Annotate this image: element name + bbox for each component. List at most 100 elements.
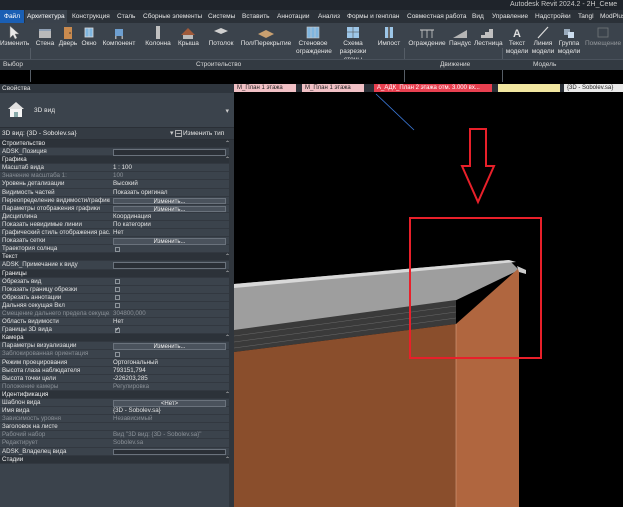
- property-edit-button[interactable]: Изменить...: [113, 238, 226, 245]
- property-value[interactable]: {3D - Sobolev.sa}: [113, 407, 226, 415]
- curtain-wall-button[interactable]: Стеновое ограждение: [296, 25, 332, 56]
- model-line-button[interactable]: Линия модели: [531, 25, 555, 56]
- model-text-button[interactable]: A Текст модели: [505, 25, 529, 56]
- tab-tangl[interactable]: Tangl: [576, 10, 596, 23]
- property-category[interactable]: Текст ⌃: [0, 253, 234, 262]
- property-value[interactable]: Координация: [113, 213, 226, 221]
- tab-manage[interactable]: Управление: [490, 10, 530, 23]
- property-edit-button[interactable]: Изменить...: [113, 197, 226, 205]
- property-row[interactable]: Параметры отображения графики Изменить...: [0, 205, 234, 213]
- property-row[interactable]: Дальняя секущая Вкл: [0, 302, 234, 310]
- property-checkbox[interactable]: [115, 326, 120, 334]
- property-value[interactable]: -226203,285: [113, 375, 226, 383]
- tab-architecture[interactable]: Архитектура: [25, 10, 67, 23]
- property-value[interactable]: По категории: [113, 221, 226, 229]
- view-tab[interactable]: А_АДК_План 2 этажа отм. 3.000 вх...: [374, 84, 492, 92]
- property-row[interactable]: Видимость частей Показать оригинал: [0, 189, 234, 197]
- property-input[interactable]: [113, 262, 226, 269]
- tab-file[interactable]: Файл: [0, 10, 24, 23]
- property-value[interactable]: Высокий: [113, 180, 226, 188]
- view-tab[interactable]: [498, 84, 560, 92]
- property-row[interactable]: Имя вида {3D - Sobolev.sa}: [0, 407, 234, 416]
- property-input[interactable]: [113, 448, 226, 456]
- property-row[interactable]: Обрезать аннотации: [0, 294, 234, 302]
- property-row[interactable]: Показать границу обрезки: [0, 286, 234, 294]
- property-row[interactable]: Траектория солнца: [0, 245, 234, 254]
- property-row[interactable]: Заголовок на листе: [0, 423, 234, 432]
- tab-systems[interactable]: Системы: [206, 10, 237, 23]
- property-row[interactable]: Обрезать вид: [0, 278, 234, 286]
- property-row[interactable]: Шаблон вида <Нет>: [0, 399, 234, 408]
- property-row[interactable]: ADSK_Примечание к виду: [0, 261, 234, 270]
- property-value[interactable]: Нет: [113, 318, 226, 326]
- property-row[interactable]: ADSK_Позиция: [0, 148, 234, 157]
- property-row[interactable]: Высота глаза наблюдателя 793151,794: [0, 367, 234, 375]
- tab-structure[interactable]: Конструкция: [70, 10, 112, 23]
- property-category[interactable]: Камера ⌃: [0, 334, 234, 343]
- ceiling-button[interactable]: Потолок: [207, 25, 235, 48]
- property-checkbox[interactable]: [115, 351, 120, 357]
- instance-selector[interactable]: 3D вид: {3D - Sobolev.sa}: [2, 130, 77, 137]
- property-row[interactable]: Рабочий набор Вид "3D вид: {3D - Sobolev.…: [0, 431, 234, 440]
- property-row[interactable]: Зависимость уровня Независимый: [0, 415, 234, 424]
- property-row[interactable]: Смещение дальнего предела секуще... 30480…: [0, 310, 234, 319]
- property-category[interactable]: Идентификация ⌃: [0, 390, 234, 399]
- tab-collaborate[interactable]: Совместная работа: [405, 10, 468, 23]
- roof-button[interactable]: Крыша: [178, 25, 199, 48]
- property-row[interactable]: Редактирует Sobolev.sa: [0, 439, 234, 448]
- column-button[interactable]: Колонна: [145, 25, 171, 48]
- property-checkbox[interactable]: [115, 295, 120, 301]
- ramp-button[interactable]: Пандус: [448, 25, 472, 48]
- property-row[interactable]: Положение камеры Регулировка: [0, 383, 234, 391]
- panel-select[interactable]: Выбор: [3, 61, 23, 68]
- model-group-button[interactable]: Группа модели: [557, 25, 581, 56]
- view-tab-active[interactable]: {3D - Sobolev.sa}: [564, 84, 623, 92]
- property-row[interactable]: Переопределение видимости/графики Изменит…: [0, 197, 234, 205]
- property-value[interactable]: Нет: [113, 229, 226, 237]
- tab-annotate[interactable]: Аннотации: [275, 10, 312, 23]
- property-value[interactable]: 1 : 100: [113, 164, 226, 172]
- property-row[interactable]: Дисциплина Координация: [0, 213, 234, 221]
- chevron-down-icon[interactable]: ▾: [225, 107, 229, 115]
- property-row[interactable]: Заблокированная ориентация: [0, 350, 234, 359]
- property-edit-button[interactable]: Изменить...: [113, 343, 226, 350]
- floor-button[interactable]: Пол/Перекрытие: [238, 25, 294, 48]
- property-row[interactable]: Масштаб вида 1 : 100: [0, 164, 234, 173]
- tab-precast[interactable]: Сборные элементы: [141, 10, 204, 23]
- property-value[interactable]: Ортогональный: [113, 359, 226, 367]
- property-row[interactable]: Графический стиль отображения рас... Нет: [0, 229, 234, 238]
- door-button[interactable]: Дверь: [58, 25, 78, 48]
- property-row[interactable]: Значение масштаба 1: 100: [0, 172, 234, 181]
- property-row[interactable]: Высота точки цели -226203,285: [0, 375, 234, 383]
- property-category[interactable]: Графика ⌃: [0, 156, 234, 165]
- mullion-button[interactable]: Импост: [376, 25, 402, 48]
- room-button[interactable]: Помещение: [585, 25, 621, 48]
- property-category[interactable]: Стадии ⌃: [0, 455, 234, 464]
- view-tab[interactable]: М_План 1 этажа: [302, 84, 364, 92]
- stair-button[interactable]: Лестница: [474, 25, 503, 48]
- property-row[interactable]: Режим проецирования Ортогональный: [0, 359, 234, 367]
- property-row[interactable]: Границы 3D вида: [0, 326, 234, 335]
- property-row[interactable]: Показать сетки Изменить...: [0, 237, 234, 246]
- type-selector[interactable]: 3D вид ▾: [0, 93, 234, 128]
- window-button[interactable]: Окно: [80, 25, 98, 48]
- tab-analyze[interactable]: Анализ: [316, 10, 342, 23]
- view-tab[interactable]: М_План 1 этажа: [234, 84, 296, 92]
- property-row[interactable]: Уровень детализации Высокий: [0, 180, 234, 189]
- 3d-viewport[interactable]: [233, 92, 623, 507]
- property-value[interactable]: Показать оригинал: [113, 189, 226, 197]
- property-row[interactable]: Показать невидимые линии По категории: [0, 221, 234, 230]
- tab-view[interactable]: Вид: [470, 10, 486, 23]
- property-row[interactable]: ADSK_Владелец вида: [0, 448, 234, 456]
- property-input[interactable]: [113, 149, 226, 156]
- property-edit-button[interactable]: Изменить...: [113, 205, 226, 213]
- component-button[interactable]: Компонент: [102, 25, 136, 48]
- property-category[interactable]: Строительство ⌃: [0, 140, 234, 149]
- property-row[interactable]: Параметры визуализации Изменить...: [0, 342, 234, 351]
- modify-button[interactable]: Изменить: [0, 25, 29, 48]
- tab-insert[interactable]: Вставить: [240, 10, 272, 23]
- tab-addins[interactable]: Надстройки: [533, 10, 573, 23]
- property-checkbox[interactable]: [115, 303, 120, 309]
- property-category[interactable]: Границы ⌃: [0, 269, 234, 278]
- wall-button[interactable]: Стена: [34, 25, 56, 48]
